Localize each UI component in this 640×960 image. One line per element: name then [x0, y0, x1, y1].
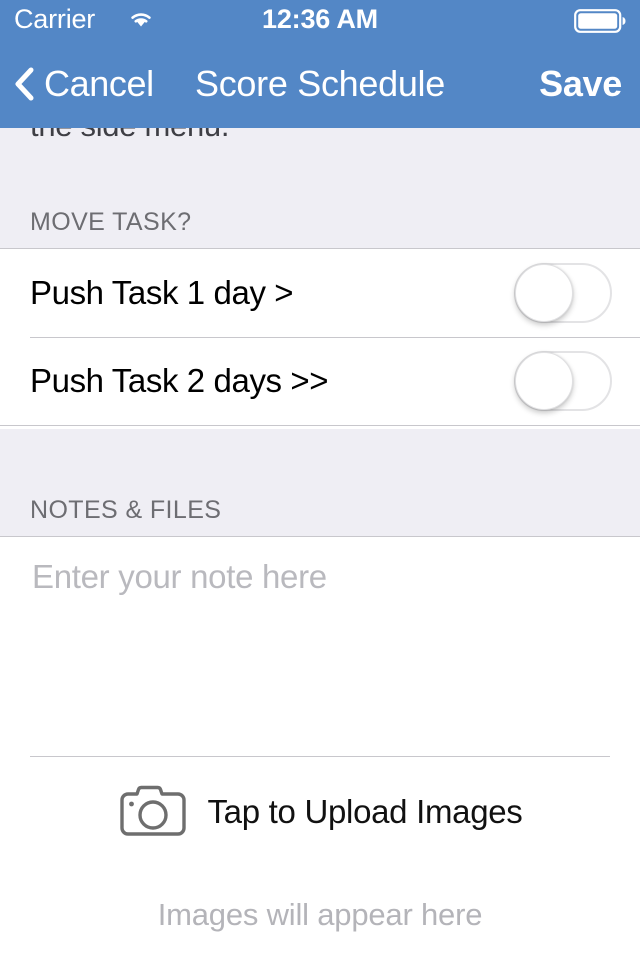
upload-divider [30, 756, 610, 757]
navigation-bar: Carrier 12:36 AM Score Schedule Cancel S… [0, 0, 640, 128]
cancel-label: Cancel [44, 63, 154, 104]
chevron-left-icon [15, 67, 34, 101]
status-bar: Carrier 12:36 AM [0, 0, 640, 40]
section-header-notes-files: NOTES & FILES [30, 496, 222, 524]
clock-label: 12:36 AM [262, 4, 378, 34]
save-button[interactable]: Save [539, 40, 622, 128]
app-screen: the side menu. MOVE TASK? Push Task 1 da… [0, 0, 640, 960]
toggle-push-task-1-day[interactable] [514, 263, 612, 323]
toggle-knob [515, 352, 573, 410]
row-label: Push Task 1 day > [30, 274, 294, 311]
row-push-task-1-day[interactable]: Push Task 1 day > [0, 249, 640, 337]
battery-full-icon [574, 9, 626, 33]
toggle-push-task-2-days[interactable] [514, 351, 612, 411]
upload-images-label: Tap to Upload Images [207, 793, 523, 830]
cancel-button[interactable]: Cancel [14, 40, 162, 128]
note-input[interactable]: Enter your note here [0, 538, 640, 756]
note-placeholder: Enter your note here [32, 558, 327, 595]
move-task-rows: Push Task 1 day > Push Task 2 days >> [0, 248, 640, 426]
upload-images-button[interactable]: Tap to Upload Images [0, 781, 640, 843]
scroll-content[interactable]: the side menu. MOVE TASK? Push Task 1 da… [0, 0, 640, 960]
row-push-task-2-days[interactable]: Push Task 2 days >> [0, 337, 640, 425]
images-placeholder-hint: Images will appear here [157, 897, 483, 932]
section-header-move-task: MOVE TASK? [30, 208, 192, 236]
nav-bar-row: Score Schedule Cancel Save [0, 40, 640, 128]
camera-icon [120, 785, 187, 836]
row-label: Push Task 2 days >> [30, 362, 329, 399]
toggle-knob [515, 264, 573, 322]
